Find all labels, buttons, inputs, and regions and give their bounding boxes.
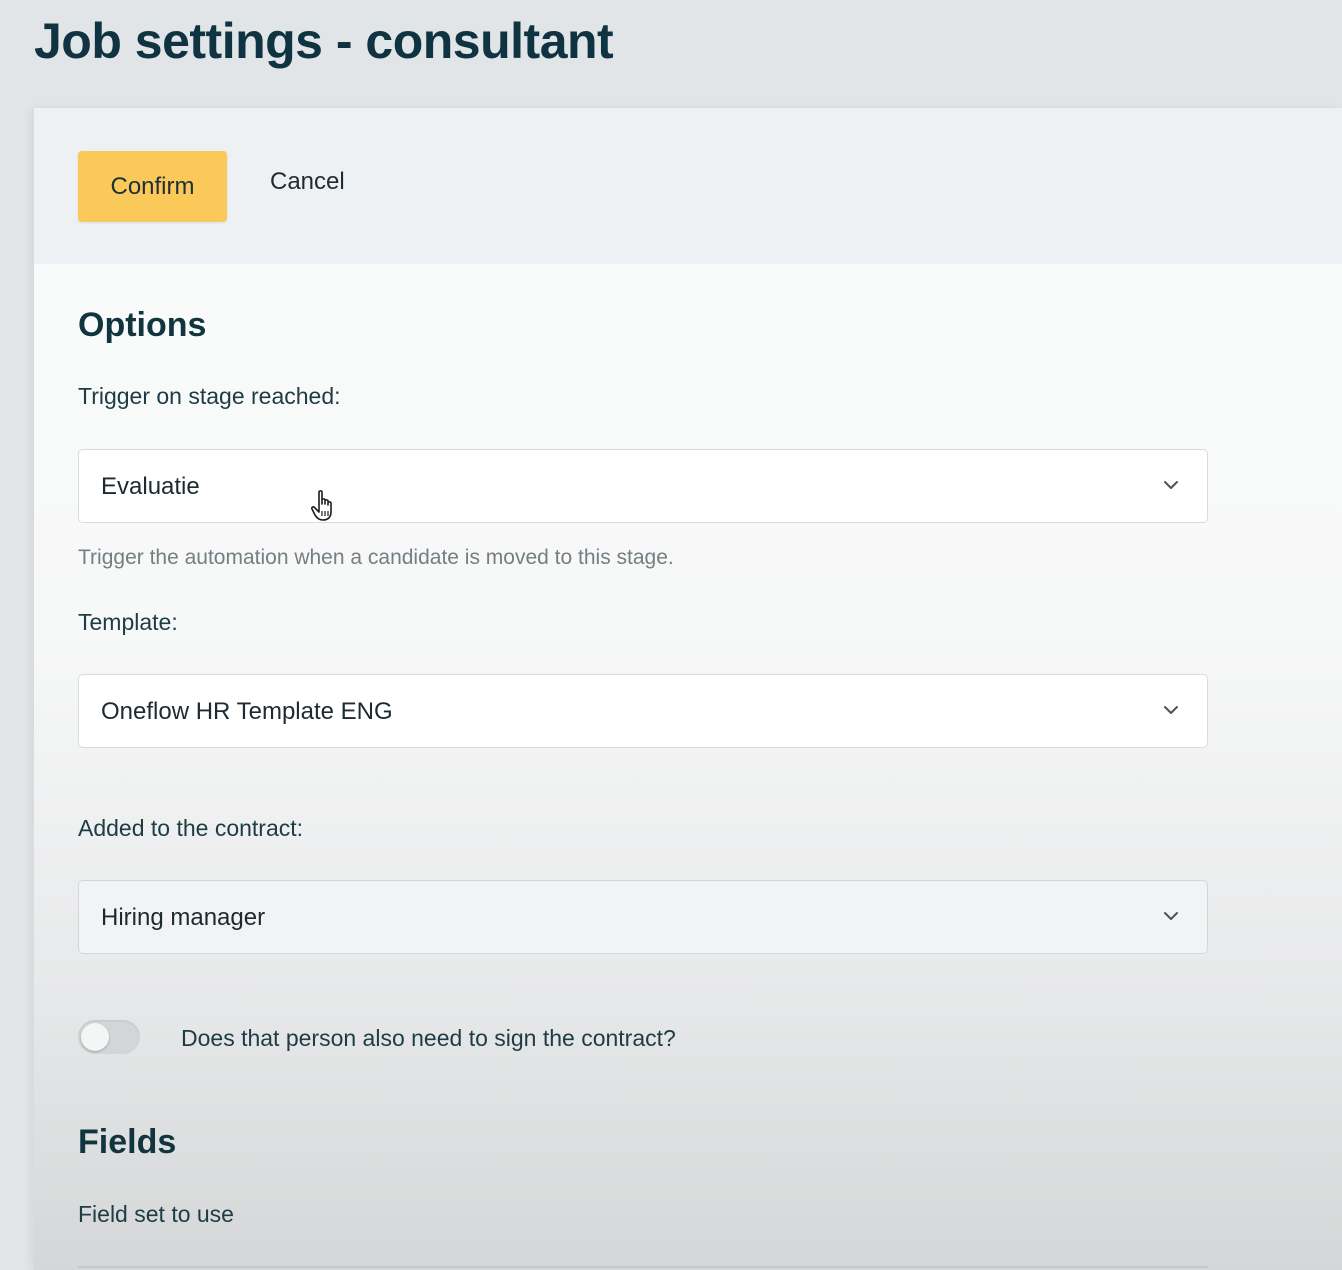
template-select[interactable]: Oneflow HR Template ENG (78, 674, 1208, 748)
chevron-down-icon (1164, 912, 1178, 920)
fields-heading: Fields (78, 1123, 177, 1161)
added-to-contract-select[interactable]: Hiring manager (78, 880, 1208, 954)
cancel-button[interactable]: Cancel (266, 162, 349, 202)
hand-cursor-icon (311, 490, 332, 521)
trigger-stage-label: Trigger on stage reached: (78, 383, 341, 409)
added-to-contract-label: Added to the contract: (78, 815, 304, 841)
options-heading: Options (78, 306, 207, 344)
sign-contract-label: Does that person also need to sign the c… (181, 1025, 676, 1051)
trigger-stage-value: Evaluatie (101, 473, 200, 500)
field-set-select-edge[interactable] (78, 1266, 1208, 1268)
trigger-stage-helper: Trigger the automation when a candidate … (78, 546, 674, 569)
trigger-stage-select[interactable]: Evaluatie (78, 449, 1208, 523)
action-bar: Confirm Cancel (34, 108, 1342, 264)
chevron-down-icon (1164, 481, 1178, 489)
sign-contract-toggle[interactable] (78, 1020, 140, 1054)
toggle-knob (81, 1023, 109, 1051)
added-to-contract-value: Hiring manager (101, 904, 266, 931)
chevron-down-icon (1164, 706, 1178, 714)
field-set-label: Field set to use (78, 1201, 234, 1227)
page-title: Job settings - consultant (34, 13, 614, 69)
template-label: Template: (78, 609, 178, 635)
settings-panel: Confirm Cancel Options Trigger on stage … (34, 108, 1342, 1270)
template-value: Oneflow HR Template ENG (101, 698, 393, 725)
confirm-button[interactable]: Confirm (78, 151, 227, 222)
